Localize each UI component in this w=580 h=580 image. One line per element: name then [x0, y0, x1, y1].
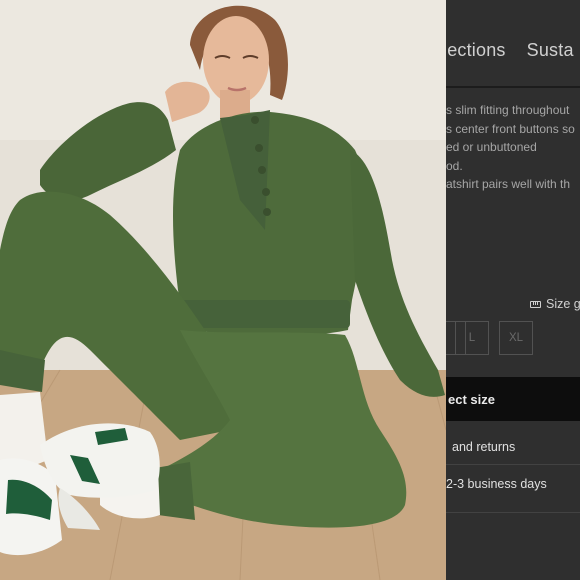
- nav-divider: [446, 86, 580, 88]
- product-description: s slim fitting throughout s center front…: [446, 101, 580, 194]
- shipping-returns-link[interactable]: and returns: [446, 440, 580, 454]
- select-size-button[interactable]: ect size: [446, 377, 580, 421]
- description-line: ed or unbuttoned: [446, 140, 537, 154]
- ruler-icon: [530, 300, 541, 308]
- size-guide-link[interactable]: Size g: [530, 297, 580, 311]
- select-size-label: ect size: [448, 391, 495, 407]
- size-guide-label: Size g: [546, 297, 580, 311]
- size-option-xl[interactable]: XL: [499, 321, 533, 355]
- divider: [446, 464, 580, 465]
- main-nav: lections Susta: [446, 40, 580, 61]
- description-line: od.: [446, 158, 463, 173]
- description-line: s center front buttons so: [446, 121, 575, 136]
- delivery-estimate: 2-3 business days: [446, 477, 547, 491]
- nav-item-collections[interactable]: lections: [446, 40, 506, 60]
- product-details-panel: lections Susta s slim fitting throughout …: [446, 0, 580, 580]
- divider: [446, 512, 580, 513]
- nav-item-sustainability[interactable]: Susta: [527, 40, 574, 60]
- product-image: [0, 0, 446, 580]
- description-line: s slim fitting throughout: [446, 103, 570, 117]
- size-option-l[interactable]: L: [455, 321, 489, 355]
- description-line: atshirt pairs well with th: [446, 177, 571, 191]
